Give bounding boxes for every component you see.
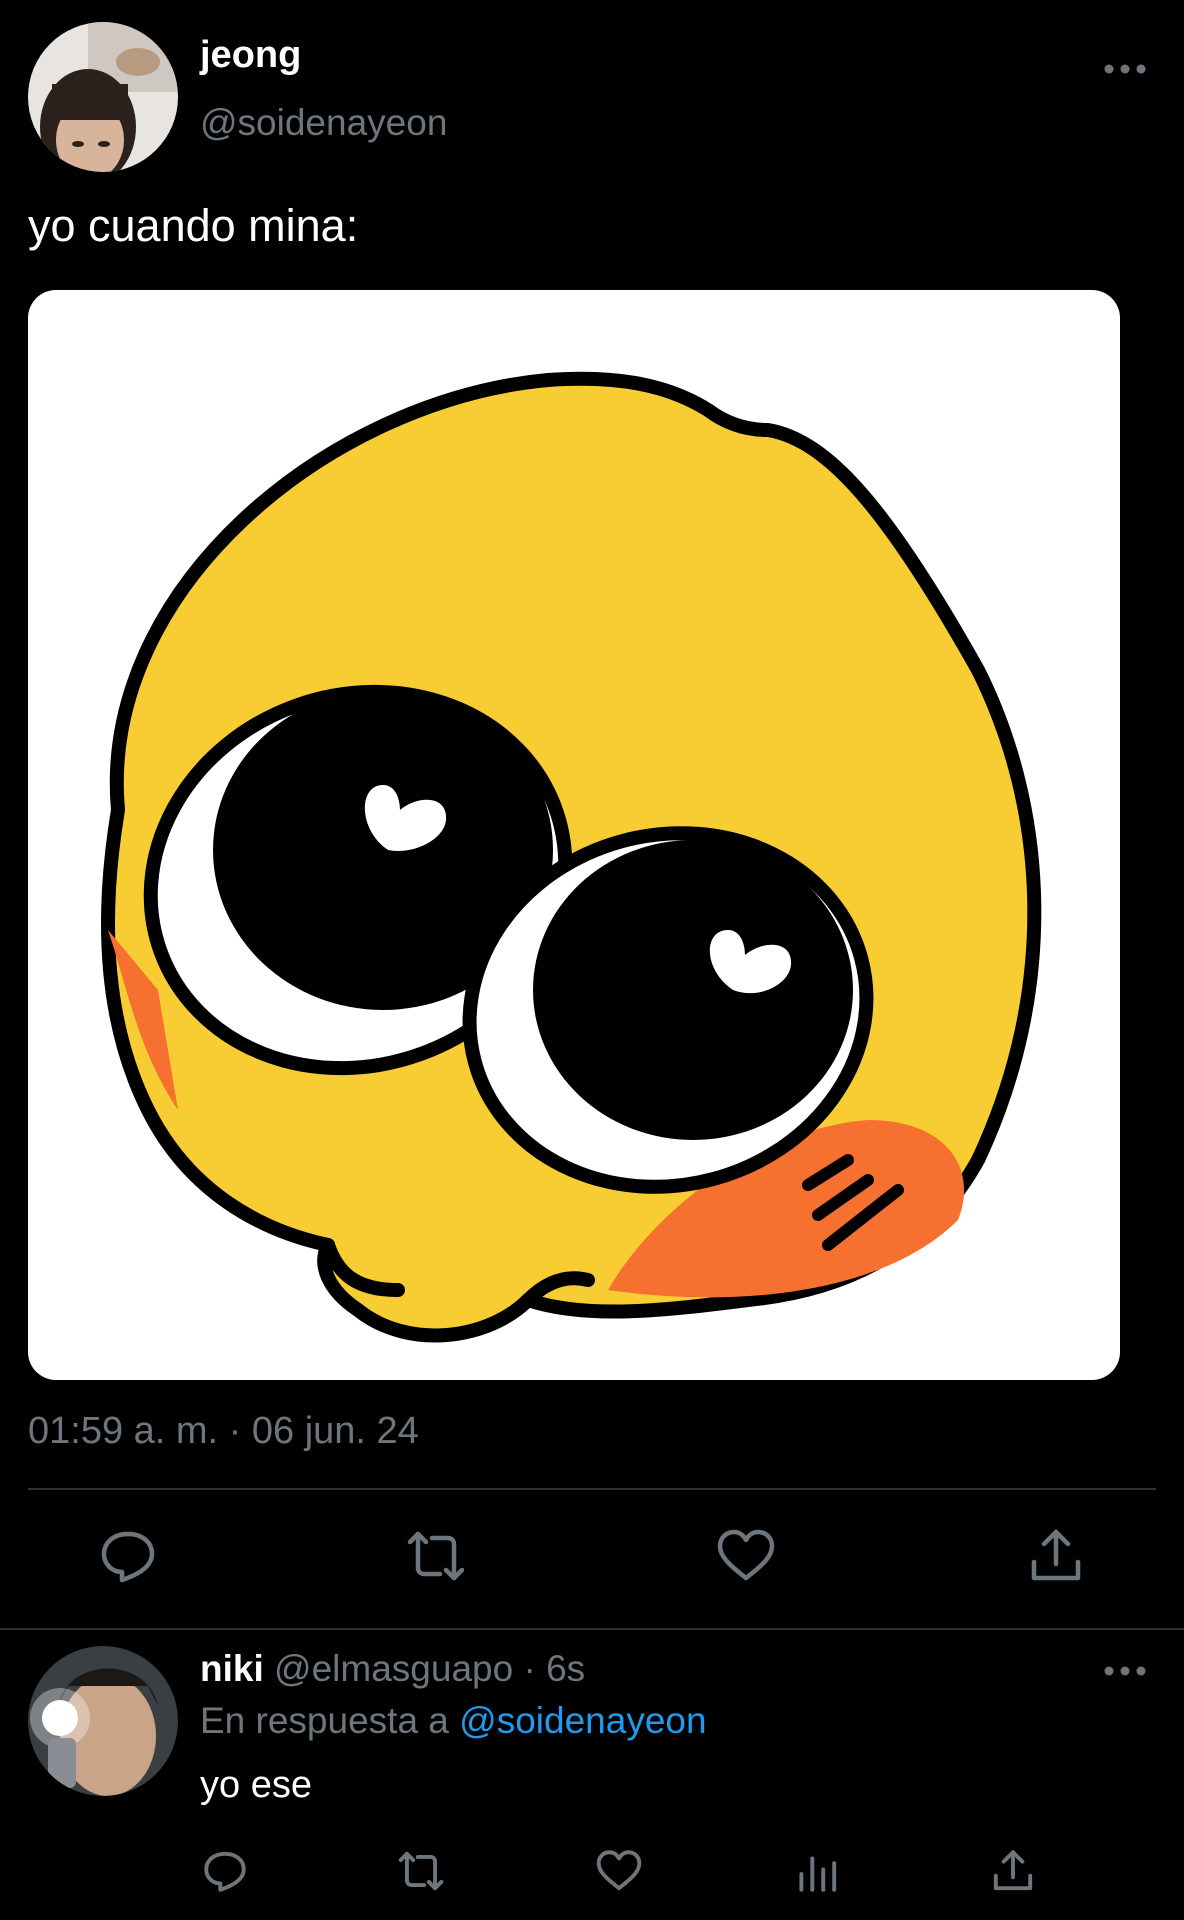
reply-prefix: En respuesta a <box>200 1700 449 1741</box>
reply-author-avatar[interactable] <box>28 1646 178 1796</box>
more-options-icon[interactable] <box>1100 1658 1150 1684</box>
tweet-timestamp[interactable]: 01:59 a. m. · 06 jun. 24 <box>28 1410 419 1453</box>
reply-text: yo ese <box>200 1764 312 1806</box>
reply-author-name[interactable]: niki <box>200 1648 264 1689</box>
divider <box>0 1628 1184 1630</box>
share-icon[interactable] <box>1024 1524 1088 1588</box>
more-options-icon[interactable] <box>1100 56 1150 82</box>
like-icon[interactable] <box>714 1524 778 1588</box>
pleading-face-emoji-drawing <box>101 371 1042 1343</box>
reply-time[interactable]: · 6s <box>523 1648 585 1689</box>
author-name[interactable]: jeong <box>200 34 301 77</box>
tweet-media-image[interactable] <box>28 290 1120 1380</box>
divider <box>28 1488 1156 1490</box>
like-icon[interactable] <box>594 1846 644 1896</box>
author-avatar[interactable] <box>28 22 178 172</box>
reply-icon[interactable] <box>200 1846 250 1896</box>
reply-icon[interactable] <box>96 1524 160 1588</box>
retweet-icon[interactable] <box>404 1524 468 1588</box>
reply-header: niki @elmasguapo · 6s <box>200 1648 585 1690</box>
analytics-icon[interactable] <box>792 1846 842 1896</box>
tweet-text: yo cuando mina: <box>28 200 359 251</box>
reply-context: En respuesta a @soidenayeon <box>200 1700 707 1742</box>
reply-author-handle[interactable]: @elmasguapo <box>274 1648 513 1689</box>
reply-mention-link[interactable]: @soidenayeon <box>459 1700 706 1741</box>
share-icon[interactable] <box>988 1846 1038 1896</box>
retweet-icon[interactable] <box>396 1846 446 1896</box>
author-handle[interactable]: @soidenayeon <box>200 102 447 144</box>
